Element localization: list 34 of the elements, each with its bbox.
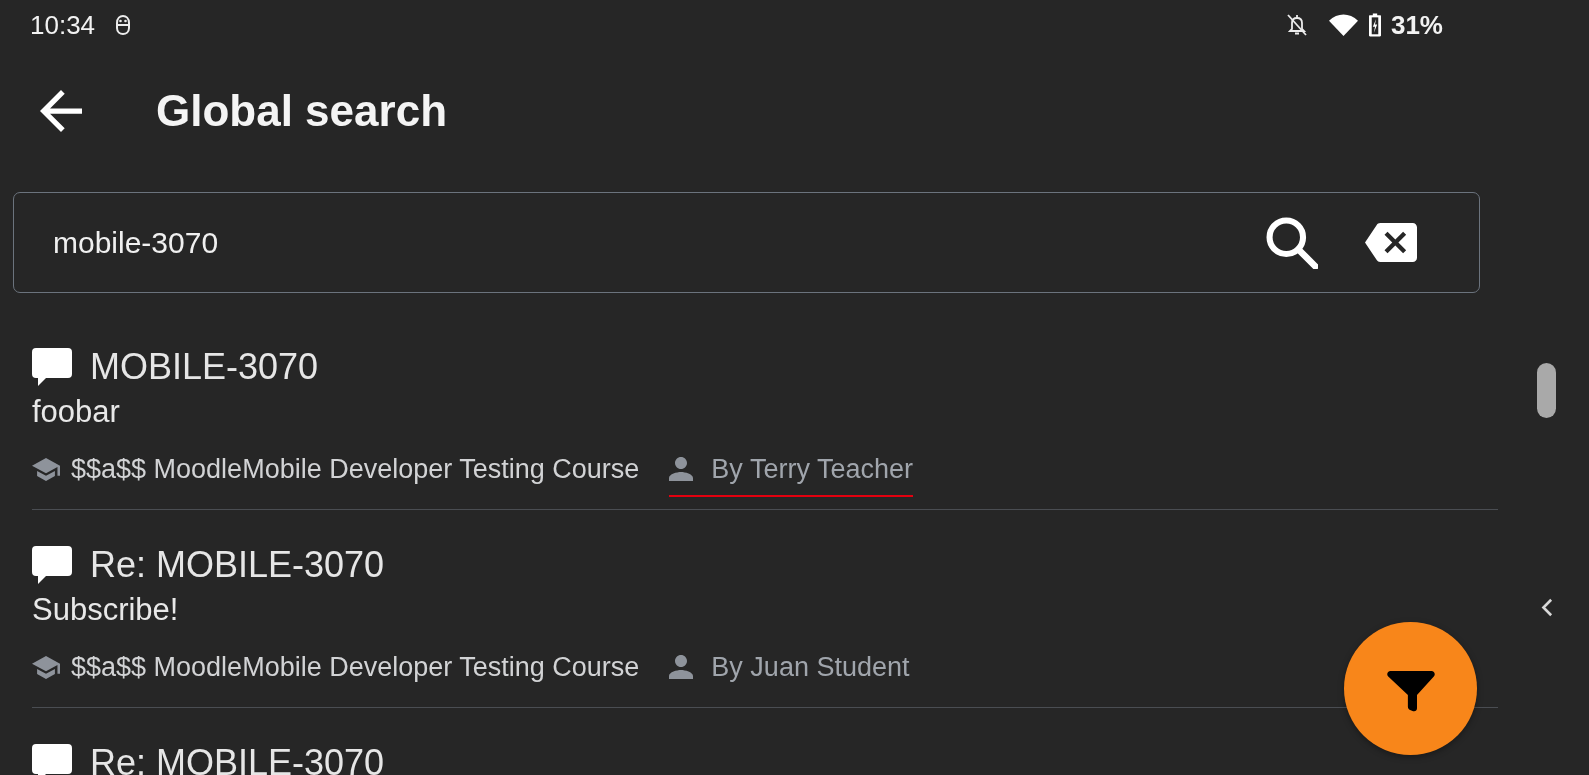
battery-charging-icon — [1367, 13, 1382, 37]
search-button[interactable] — [1266, 216, 1318, 269]
course-name: $$a$$ MoodleMobile Developer Testing Course — [71, 453, 640, 486]
author-name: By Terry Teacher — [711, 453, 913, 486]
author-name: By Juan Student — [711, 651, 910, 684]
battery-percentage: 31% — [1390, 10, 1443, 40]
chevron-left-icon[interactable] — [1541, 598, 1553, 617]
wifi-icon — [1328, 14, 1358, 36]
comment-icon — [32, 348, 72, 386]
notification-icon — [115, 15, 132, 35]
result-text: foobar — [32, 393, 121, 431]
graduation-cap-icon — [32, 457, 60, 481]
comment-icon — [32, 546, 72, 584]
status-time: 10:34 — [30, 10, 96, 40]
bell-off-icon — [1286, 14, 1307, 36]
filter-icon — [1386, 671, 1435, 712]
search-field[interactable]: mobile-3070 — [13, 192, 1480, 293]
result-text: Subscribe! — [32, 591, 180, 629]
person-icon — [669, 457, 694, 481]
scrollbar-thumb[interactable] — [1537, 363, 1556, 418]
course-name: $$a$$ MoodleMobile Developer Testing Course — [71, 651, 640, 684]
backspace-icon — [1365, 223, 1417, 262]
back-button[interactable] — [39, 89, 83, 133]
page-title: Global search — [156, 85, 447, 137]
result-title: Re: MOBILE-3070 — [90, 741, 385, 775]
back-arrow-icon — [40, 90, 82, 132]
result-title: MOBILE-3070 — [90, 345, 319, 389]
clear-button[interactable] — [1365, 223, 1417, 262]
graduation-cap-icon — [32, 655, 60, 679]
result-title: Re: MOBILE-3070 — [90, 543, 385, 587]
search-icon — [1266, 216, 1318, 269]
search-result[interactable]: MOBILE-3070 foobar $$a$$ MoodleMobile Developer Testing Course By Terry Teacher — [32, 312, 1498, 510]
person-icon — [669, 655, 694, 679]
comment-icon — [32, 744, 72, 775]
